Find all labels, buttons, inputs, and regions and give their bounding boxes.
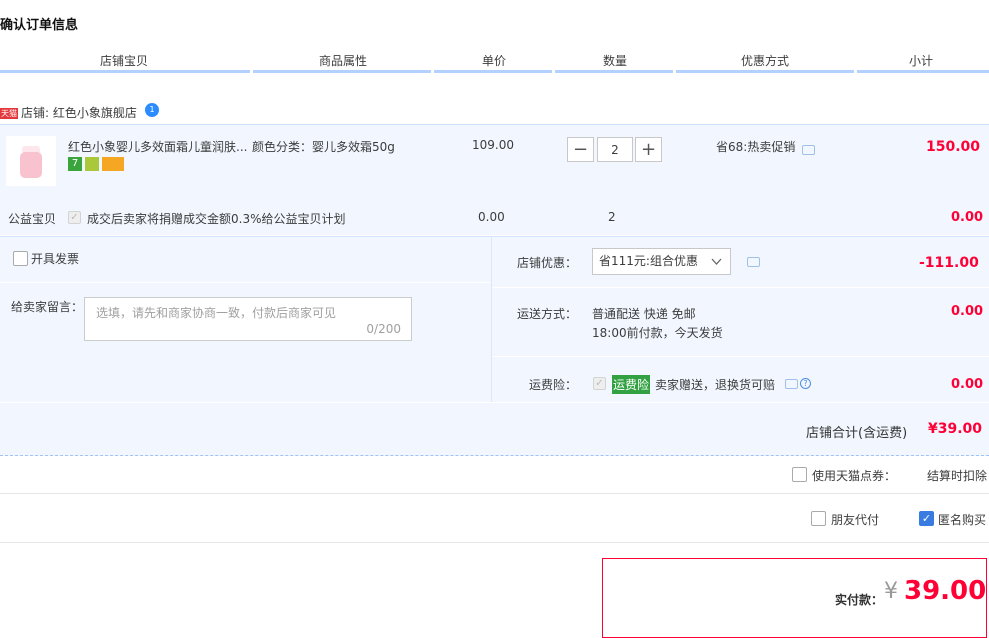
friend-pay-checkbox[interactable] [811,511,826,526]
invoice-checkbox[interactable] [13,251,28,266]
payment-summary-box: 实付款： ¥ 39.00 [602,558,987,638]
charity-label: 公益宝贝 [8,212,57,226]
shop-discount-selected: 省111元:组合优惠 [599,254,698,268]
help-question-icon[interactable]: ? [800,378,811,389]
credit-card-icon[interactable] [102,156,124,171]
payment-currency: ¥ [884,579,898,604]
seller-message-textarea[interactable]: 选填，请先和商家协商一致，付款后商家可见 0/200 [84,297,412,341]
col-shop-item: 店铺宝贝 [99,54,148,68]
chevron-down-icon [711,258,722,265]
row-divider [0,402,989,403]
quantity-increase-button[interactable]: + [635,137,662,162]
charity-text: 成交后卖家将捐赠成交金额0.3%给公益宝贝计划 [87,212,346,226]
col-attributes: 商品属性 [318,54,367,68]
tmall-points-checkbox[interactable] [792,467,807,482]
shop-name[interactable]: 红色小象旗舰店 [53,106,137,120]
anonymous-checkbox[interactable]: ✓ [919,511,934,526]
message-placeholder: 选填，请先和商家协商一致，付款后商家可见 [96,306,337,320]
payment-amount: 39.00 [904,576,987,606]
header-divider [434,70,552,73]
shop-total-amount: ¥39.00 [928,421,983,437]
header-divider [0,70,250,73]
shipping-amount: 0.00 [951,304,984,319]
header-divider [555,70,673,73]
shop-discount-amount: -111.00 [919,255,979,271]
message-counter: 0/200 [366,322,401,336]
insurance-comment-icon[interactable] [785,379,798,389]
row-divider [492,356,989,357]
discount-comment-icon[interactable] [747,257,760,267]
shipping-time: 18:00前付款，今天发货 [592,326,723,340]
col-quantity: 数量 [602,54,627,68]
charity-quantity: 2 [608,210,616,224]
unit-price: 109.00 [472,138,514,152]
header-divider [676,70,854,73]
promotion-text: 省68:热卖促销 [716,140,796,154]
payment-label: 实付款： [835,593,884,607]
anonymous-label: 匿名购买 [938,513,987,527]
col-subtotal: 小计 [908,54,933,68]
product-attribute: 颜色分类：婴儿多效霜50g [252,140,395,154]
shipping-method: 普通配送 快递 免邮 [592,307,696,321]
friend-pay-label: 朋友代付 [831,513,880,527]
charity-checkbox[interactable]: ✓ [68,211,81,224]
insurance-amount: 0.00 [951,377,984,392]
shop-label: 店铺: [21,106,50,120]
promotion-comment-icon[interactable] [802,145,815,155]
tmall-badge: 天猫 [0,108,18,119]
quantity-input[interactable]: 2 [597,137,633,162]
service-icons: 7 [68,156,127,171]
charity-price: 0.00 [478,210,505,224]
header-divider [253,70,431,73]
row-divider [492,287,989,288]
insurance-checkbox[interactable]: ✓ [593,377,606,390]
insurance-text: 卖家赠送，退换货可赔 [655,378,776,392]
wangwang-chat-icon[interactable]: 1 [145,103,159,117]
column-divider [491,236,492,402]
shop-discount-label: 店铺优惠： [517,256,578,270]
message-label: 给卖家留言： [11,300,84,314]
shop-discount-select[interactable]: 省111元:组合优惠 [592,248,731,275]
separator [0,542,989,543]
shop-total-label: 店铺合计(含运费) [806,426,908,441]
seven-day-return-icon[interactable]: 7 [68,156,82,171]
tmall-points-value: 结算时扣除 [927,469,988,483]
insurance-label: 运费险： [529,378,578,392]
product-thumbnail[interactable] [6,136,56,186]
charity-subtotal: 0.00 [951,210,984,225]
column-header: 店铺宝贝 商品属性 单价 数量 优惠方式 小计 [0,52,989,72]
separator [0,493,989,494]
guarantee-icon[interactable] [85,156,99,171]
header-divider [857,70,989,73]
quantity-decrease-button[interactable]: − [567,137,594,162]
col-promotion: 优惠方式 [740,54,789,68]
tmall-points-label: 使用天猫点券： [812,469,897,483]
shipping-label: 运送方式： [517,307,578,321]
row-divider [0,282,491,283]
jar-shape [20,152,42,178]
item-subtotal: 150.00 [926,139,981,155]
product-title-link[interactable]: 红色小象婴儿多效面霜儿童润肤... [68,138,247,155]
col-unit-price: 单价 [481,54,506,68]
invoice-label: 开具发票 [31,252,80,266]
insurance-tag: 运费险 [612,375,651,394]
page-title: 确认订单信息 [0,18,79,33]
shop-row: 天猫 店铺: 红色小象旗舰店 [0,104,137,121]
